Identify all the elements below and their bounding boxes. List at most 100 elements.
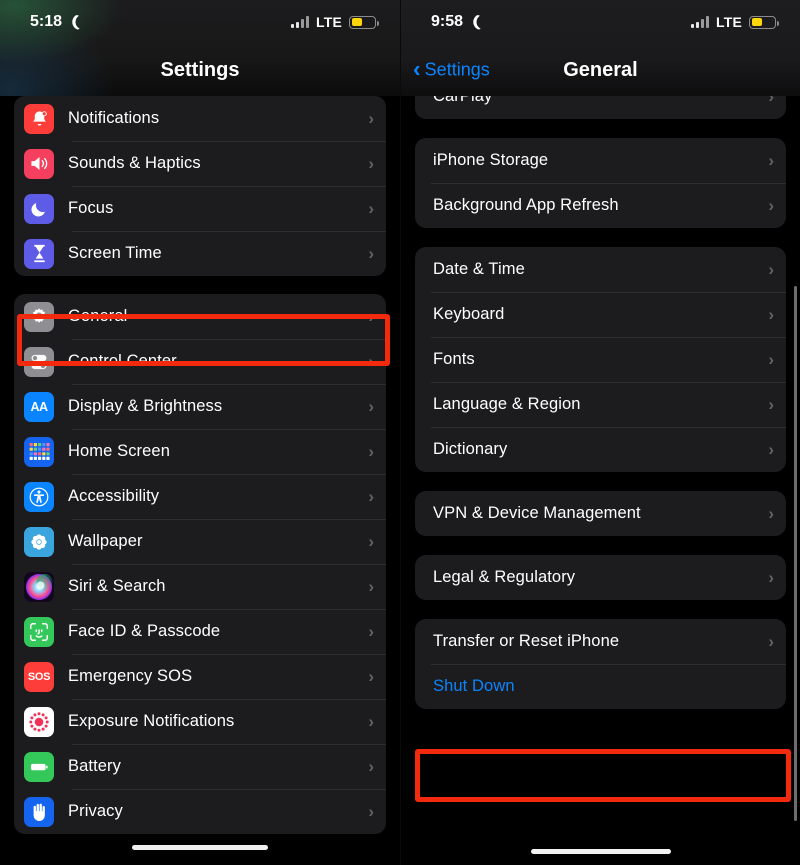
settings-row-label: Transfer or Reset iPhone (433, 632, 620, 650)
battery-low-power-icon (349, 15, 379, 29)
settings-group: iPhone Storage › Background App Refresh › (415, 138, 786, 228)
settings-row-general[interactable]: General › (14, 294, 386, 339)
settings-row-label: Display & Brightness (68, 397, 223, 415)
settings-row-label: Language & Region (433, 395, 581, 413)
exposure-icon (24, 706, 54, 737)
settings-list-left[interactable]: Notifications › Sounds & Haptics › Focus › Scr… (0, 96, 400, 865)
chevron-right-icon: › (768, 151, 774, 170)
settings-row-label: Fonts (433, 350, 475, 368)
settings-row-keyboard[interactable]: Keyboard › (415, 292, 786, 337)
settings-row-label: Home Screen (68, 442, 170, 460)
status-right-cluster: LTE (690, 14, 779, 30)
settings-row-siri-search[interactable]: Siri & Search › (14, 564, 386, 609)
chevron-right-icon: › (368, 109, 374, 128)
settings-row-transfer-or-reset-iphone[interactable]: Transfer or Reset iPhone › (415, 619, 786, 664)
gear-icon (24, 301, 54, 332)
settings-row-shut-down[interactable]: Shut Down (415, 664, 786, 709)
settings-row-face-id-passcode[interactable]: Face ID & Passcode › (14, 609, 386, 654)
settings-row-label: Wallpaper (68, 532, 143, 550)
chevron-right-icon: › (768, 96, 774, 106)
settings-row-vpn-device-management[interactable]: VPN & Device Management › (415, 491, 786, 536)
status-left-cluster: 5:18 (30, 13, 83, 31)
siri-orb-icon (24, 571, 54, 602)
settings-row-label: Privacy (68, 802, 123, 820)
chevron-right-icon: › (368, 577, 374, 596)
chevron-right-icon: › (368, 154, 374, 173)
right-phone-general-screen: 9:58 LTE ‹ Settings General CarPlay › iPho… (400, 0, 800, 865)
settings-row-sounds-haptics[interactable]: Sounds & Haptics › (14, 141, 386, 186)
face-id-icon (24, 616, 54, 647)
dual-screenshot-container: 5:18 LTE Settings Notifications › Sounds &… (0, 0, 800, 865)
nav-bar-left: Settings (0, 44, 400, 96)
settings-row-label: Screen Time (68, 244, 162, 262)
bell-icon (24, 103, 54, 134)
settings-row-control-center[interactable]: Control Center › (14, 339, 386, 384)
settings-row-label: CarPlay (433, 96, 493, 105)
settings-row-label: Control Center (68, 352, 177, 370)
status-time: 5:18 (30, 13, 63, 30)
settings-row-privacy[interactable]: Privacy › (14, 789, 386, 834)
settings-row-label: iPhone Storage (433, 151, 549, 169)
chevron-right-icon: › (368, 442, 374, 461)
settings-row-screen-time[interactable]: Screen Time › (14, 231, 386, 276)
sos-icon: SOS (24, 661, 54, 692)
settings-row-accessibility[interactable]: Accessibility › (14, 474, 386, 519)
settings-row-label: VPN & Device Management (433, 504, 641, 522)
chevron-right-icon: › (368, 757, 374, 776)
settings-group: VPN & Device Management › (415, 491, 786, 536)
back-button[interactable]: ‹ Settings (413, 55, 490, 82)
settings-row-exposure-notifications[interactable]: Exposure Notifications › (14, 699, 386, 744)
settings-row-label: Sounds & Haptics (68, 154, 201, 172)
status-right-cluster: LTE (290, 14, 379, 30)
chevron-right-icon: › (768, 260, 774, 279)
settings-row-battery[interactable]: Battery › (14, 744, 386, 789)
settings-row-wallpaper[interactable]: Wallpaper › (14, 519, 386, 564)
settings-group: Legal & Regulatory › (415, 555, 786, 600)
general-list-right[interactable]: CarPlay › iPhone Storage › Background App Re… (401, 96, 800, 865)
app-grid-icon (24, 436, 54, 467)
home-indicator (132, 845, 268, 850)
settings-row-label: Shut Down (433, 677, 515, 695)
settings-row-iphone-storage[interactable]: iPhone Storage › (415, 138, 786, 183)
settings-row-label: Legal & Regulatory (433, 568, 576, 586)
toggles-icon (24, 346, 54, 377)
settings-group: General › Control Center › AA Display & Brigh… (14, 294, 386, 834)
settings-row-label: Keyboard (433, 305, 505, 323)
nav-bar-right: ‹ Settings General (401, 44, 800, 96)
scroll-indicator[interactable] (794, 286, 797, 821)
chevron-right-icon: › (368, 712, 374, 731)
signal-bars-icon (690, 16, 709, 28)
settings-group: CarPlay › (415, 96, 786, 119)
settings-row-label: Exposure Notifications (68, 712, 235, 730)
flower-icon (24, 526, 54, 557)
signal-bars-icon (290, 16, 309, 28)
settings-row-date-time[interactable]: Date & Time › (415, 247, 786, 292)
chevron-left-icon: ‹ (413, 55, 421, 82)
hourglass-icon (24, 238, 54, 269)
settings-row-label: Siri & Search (68, 577, 166, 595)
chevron-right-icon: › (368, 667, 374, 686)
settings-row-label: Background App Refresh (433, 196, 619, 214)
chevron-right-icon: › (768, 305, 774, 324)
battery-icon (24, 751, 54, 782)
settings-row-notifications[interactable]: Notifications › (14, 96, 386, 141)
settings-row-fonts[interactable]: Fonts › (415, 337, 786, 382)
settings-row-language-region[interactable]: Language & Region › (415, 382, 786, 427)
accessibility-icon (24, 481, 54, 512)
chevron-right-icon: › (768, 504, 774, 523)
settings-row-emergency-sos[interactable]: SOS Emergency SOS › (14, 654, 386, 699)
settings-row-carplay[interactable]: CarPlay › (415, 96, 786, 119)
settings-row-focus[interactable]: Focus › (14, 186, 386, 231)
status-left-cluster: 9:58 (431, 13, 484, 31)
settings-row-legal-regulatory[interactable]: Legal & Regulatory › (415, 555, 786, 600)
settings-row-home-screen[interactable]: Home Screen › (14, 429, 386, 474)
settings-row-dictionary[interactable]: Dictionary › (415, 427, 786, 472)
settings-row-label: Face ID & Passcode (68, 622, 221, 640)
chevron-right-icon: › (768, 440, 774, 459)
settings-group: Date & Time › Keyboard › Fonts › Language & Re… (415, 247, 786, 472)
settings-row-label: Notifications (68, 109, 160, 127)
chevron-right-icon: › (368, 487, 374, 506)
settings-row-background-app-refresh[interactable]: Background App Refresh › (415, 183, 786, 228)
hand-icon (24, 796, 54, 827)
settings-row-display-brightness[interactable]: AA Display & Brightness › (14, 384, 386, 429)
